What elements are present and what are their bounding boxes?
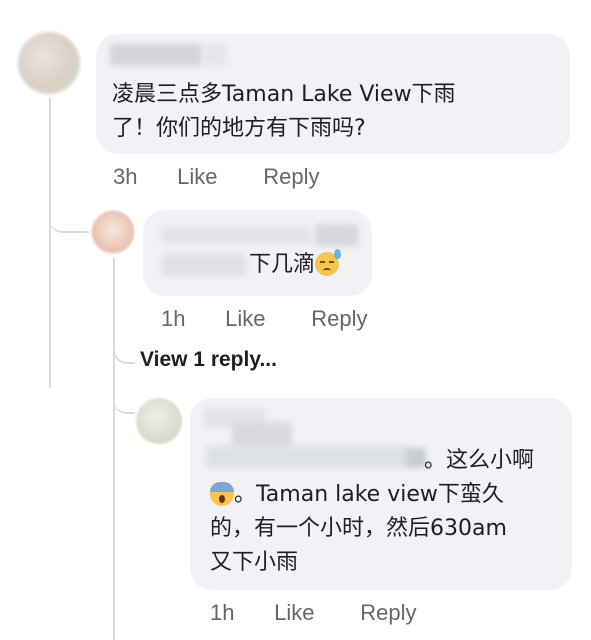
reply-line: 。Taman lake view下蛮久 [210,478,534,512]
avatar[interactable] [136,398,182,444]
reply-button[interactable]: Reply [360,600,416,626]
like-button[interactable]: Like [225,306,305,332]
reply-text: 下几滴 [249,248,342,282]
avatar[interactable] [91,210,135,254]
reply-actions: 1h Like Reply [210,600,417,626]
timestamp[interactable]: 3h [113,164,171,190]
author-name-redacted[interactable] [161,226,311,244]
author-name-redacted[interactable] [110,44,202,66]
timestamp[interactable]: 1h [161,306,219,332]
reply-line: 又下小雨 [210,550,299,575]
reply-button[interactable]: Reply [311,306,367,332]
author-name-redacted [161,254,247,276]
reply-bubble: 下几滴 [143,210,372,296]
reply-actions: 1h Like Reply [161,306,368,332]
reply-text-content: 下几滴 [249,252,316,277]
comment-actions: 3h Like Reply [113,164,320,190]
comment-line: 凌晨三点多Taman Lake View下雨 [112,82,456,107]
like-button[interactable]: Like [177,164,257,190]
author-name-redacted [315,224,359,246]
author-name-redacted [204,44,226,66]
comment-line: 了！你们的地方有下雨吗? [112,116,366,141]
view-replies-link[interactable]: View 1 reply... [140,348,277,372]
comment-text: 凌晨三点多Taman Lake View下雨 了！你们的地方有下雨吗? [112,78,456,146]
reply-line: 。这么小啊 [424,448,535,473]
timestamp[interactable]: 1h [210,600,268,626]
thread-connector-reply1 [49,205,89,233]
thread-line-main [49,98,51,388]
reply-bubble: 。这么小啊 。Taman lake view下蛮久 的，有一个小时，然后630a… [190,398,572,590]
reply-line: 的，有一个小时，然后630am [210,516,507,541]
like-button[interactable]: Like [274,600,354,626]
reply-button[interactable]: Reply [263,164,319,190]
thread-line-reply [113,258,115,640]
avatar[interactable] [18,32,80,94]
reply-text: 。这么小啊 。Taman lake view下蛮久 的，有一个小时，然后630a… [210,444,534,580]
comment-bubble: 凌晨三点多Taman Lake View下雨 了！你们的地方有下雨吗? [96,34,570,154]
downcast-sweat-emoji-icon [315,249,342,276]
thread-connector-reply2 [113,390,135,414]
screaming-face-emoji-icon [210,482,234,506]
thread-connector-view-replies [113,340,135,364]
